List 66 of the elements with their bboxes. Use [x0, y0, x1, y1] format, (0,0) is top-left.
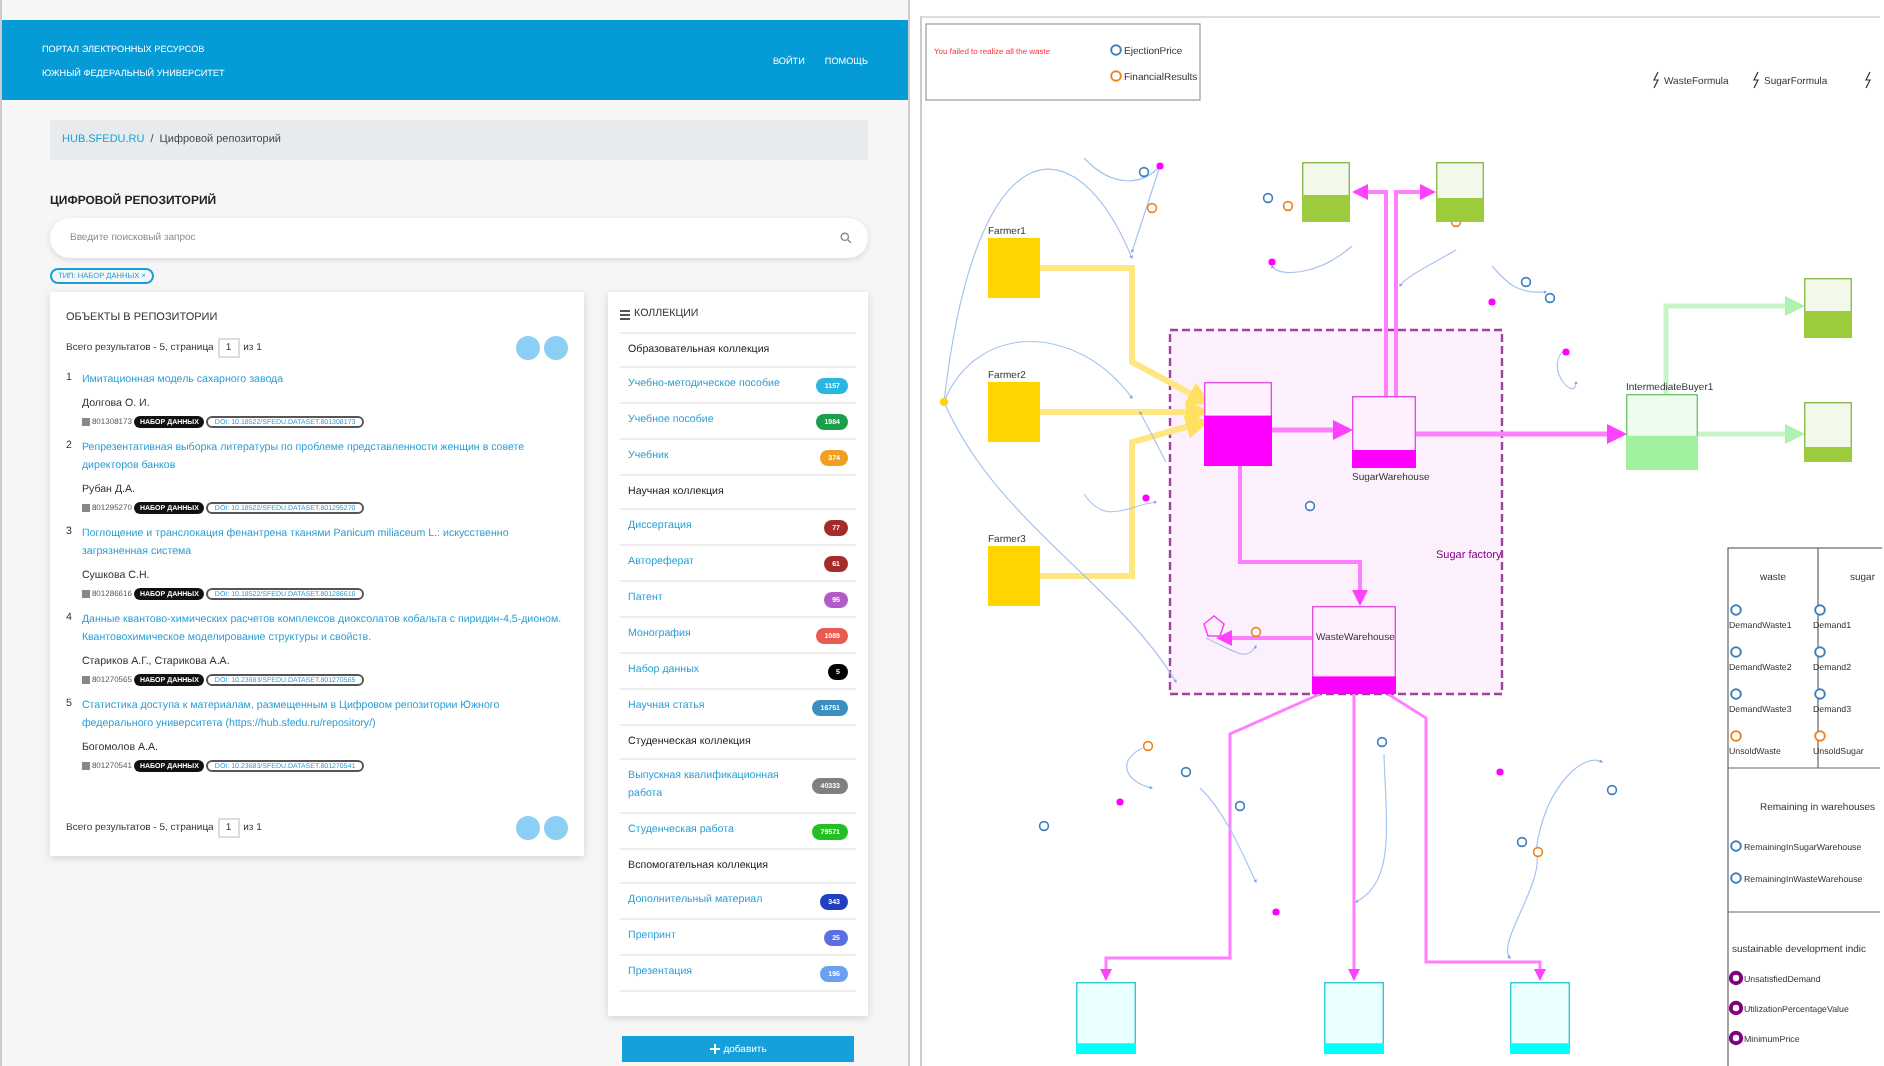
- variable-icon: [1730, 730, 1742, 742]
- variable-icon: [1142, 740, 1154, 752]
- variable-icon: [1730, 604, 1742, 616]
- variable-icon: [1814, 730, 1826, 742]
- variable-icon: [1814, 688, 1826, 700]
- dynamic-variable-icon: [1268, 258, 1276, 266]
- event-icon: [940, 398, 948, 406]
- function-icon: [1865, 71, 1871, 89]
- link-arrow: [1491, 265, 1548, 294]
- stock-node: [1804, 402, 1852, 462]
- variable-icon: [1730, 872, 1742, 884]
- prev-page-button[interactable]: [516, 336, 541, 360]
- variable-icon: [1250, 626, 1262, 638]
- prev-page-button[interactable]: [516, 815, 541, 839]
- dynamic-variable-icon: [1272, 908, 1280, 916]
- flow-arrow: [1698, 424, 1805, 444]
- stock-node: [1352, 396, 1416, 468]
- variable-icon: [1376, 736, 1388, 748]
- dynamic-variable-icon: [1142, 494, 1150, 502]
- stock-node: [1312, 606, 1396, 694]
- sink-icon: [1203, 614, 1225, 637]
- stock-node: [1510, 982, 1570, 1054]
- stock-node: [1302, 162, 1350, 222]
- dynamic-variable-icon: [1488, 298, 1496, 306]
- search-icon[interactable]: [840, 232, 852, 244]
- flow-arrow: [1272, 420, 1353, 440]
- function-icon: [1753, 71, 1759, 89]
- dynamic-variable-icon: [1562, 348, 1570, 356]
- next-page-button[interactable]: [544, 815, 569, 839]
- variable-icon: [1730, 688, 1742, 700]
- variable-icon: [1730, 840, 1742, 852]
- variable-icon: [1234, 800, 1246, 812]
- variable-icon: [1730, 646, 1742, 658]
- stock-node: [1076, 982, 1136, 1054]
- variable-icon: [1606, 784, 1618, 796]
- list-icon: [620, 309, 631, 319]
- stock-node: [1626, 394, 1698, 470]
- function-icon: [1653, 71, 1659, 89]
- stock-node: [988, 546, 1040, 606]
- variable-icon: [1180, 766, 1192, 778]
- link-arrow: [1556, 351, 1578, 390]
- variable-icon: [1814, 604, 1826, 616]
- variable-icon: [1138, 166, 1150, 178]
- stock-node: [1436, 162, 1484, 222]
- variable-icon: [1814, 646, 1826, 658]
- stock-node: [1204, 382, 1272, 466]
- variable-icon: [1110, 44, 1122, 56]
- stock-node: [988, 238, 1040, 298]
- variable-icon: [1304, 500, 1316, 512]
- link-arrow: [1199, 787, 1257, 884]
- link-arrow: [1205, 637, 1257, 655]
- dynamic-variable-icon: [1496, 768, 1504, 776]
- variable-icon: [1146, 202, 1158, 214]
- plus-icon: [709, 1044, 720, 1054]
- next-page-button[interactable]: [544, 336, 569, 360]
- stock-node: [1324, 982, 1384, 1054]
- link-arrow: [1126, 747, 1154, 790]
- link-arrow: [1271, 245, 1353, 274]
- dynamic-variable-icon: [1116, 798, 1124, 806]
- flow-arrow: [1216, 630, 1312, 646]
- variable-icon: [1038, 820, 1050, 832]
- dynamic-variable-icon: [1156, 162, 1164, 170]
- variable-icon: [1110, 70, 1122, 82]
- stock-node: [988, 382, 1040, 442]
- link-arrow: [1399, 249, 1457, 287]
- stock-node: [1804, 278, 1852, 338]
